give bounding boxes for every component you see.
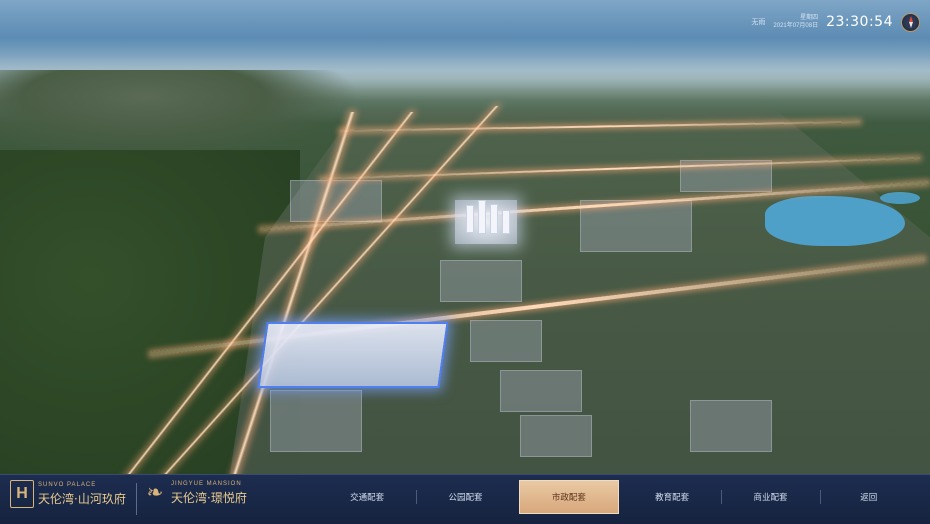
bottom-nav-bar: H SUNVO PALACE 天伦湾·山河玖府 ❧ JINGYUE MANSIO… xyxy=(0,474,930,524)
brand-logo-sunvo: H SUNVO PALACE 天伦湾·山河玖府 xyxy=(10,480,126,508)
logo1-english: SUNVO PALACE xyxy=(38,481,97,488)
tab-park[interactable]: 公园配套 xyxy=(416,480,514,514)
compass-icon[interactable] xyxy=(901,12,920,32)
building-block xyxy=(690,400,772,452)
logo-divider xyxy=(136,483,137,515)
jingyue-logo-icon: ❧ xyxy=(146,482,164,504)
tower-building xyxy=(502,210,510,234)
tower-building xyxy=(490,204,498,234)
tab-commercial[interactable]: 商业配套 xyxy=(721,480,819,514)
building-block xyxy=(580,200,692,252)
status-bar: 无雨 星期四 2021年07月08日 23:30:54 xyxy=(751,10,920,34)
building-block xyxy=(500,370,582,412)
tab-education[interactable]: 教育配套 xyxy=(623,480,721,514)
weekday-text: 星期四 xyxy=(800,15,819,21)
highlighted-project-site[interactable] xyxy=(257,322,449,388)
building-block xyxy=(440,260,522,302)
clock-time: 23:30:54 xyxy=(826,14,893,30)
logo1-chinese: 天伦湾·山河玖府 xyxy=(38,491,126,506)
lake-small xyxy=(880,192,920,204)
sunvo-logo-icon: H xyxy=(10,480,34,508)
tower-building xyxy=(478,200,486,234)
tab-transport[interactable]: 交通配套 xyxy=(318,480,416,514)
date-text: 2021年07月08日 xyxy=(773,23,819,29)
tower-building xyxy=(466,205,474,233)
building-block xyxy=(270,390,362,452)
weather-text: 无雨 xyxy=(751,19,766,26)
tab-municipal[interactable]: 市政配套 xyxy=(518,480,619,514)
date-block: 星期四 2021年07月08日 xyxy=(773,14,818,30)
logo2-english: JINGYUE MANSION xyxy=(171,480,242,487)
building-block xyxy=(470,320,542,362)
lake xyxy=(765,196,905,246)
building-block xyxy=(290,180,382,222)
back-button[interactable]: 返回 xyxy=(819,480,918,514)
building-block xyxy=(520,415,592,457)
distant-mountain xyxy=(0,70,360,160)
category-tabs: 交通配套 公园配套 市政配套 教育配套 商业配套 返回 xyxy=(318,480,918,514)
aerial-map-view[interactable] xyxy=(0,0,930,474)
logo2-chinese: 天伦湾·璟悦府 xyxy=(171,490,247,505)
brand-logo-jingyue: ❧ JINGYUE MANSION 天伦湾·璟悦府 xyxy=(143,480,247,506)
